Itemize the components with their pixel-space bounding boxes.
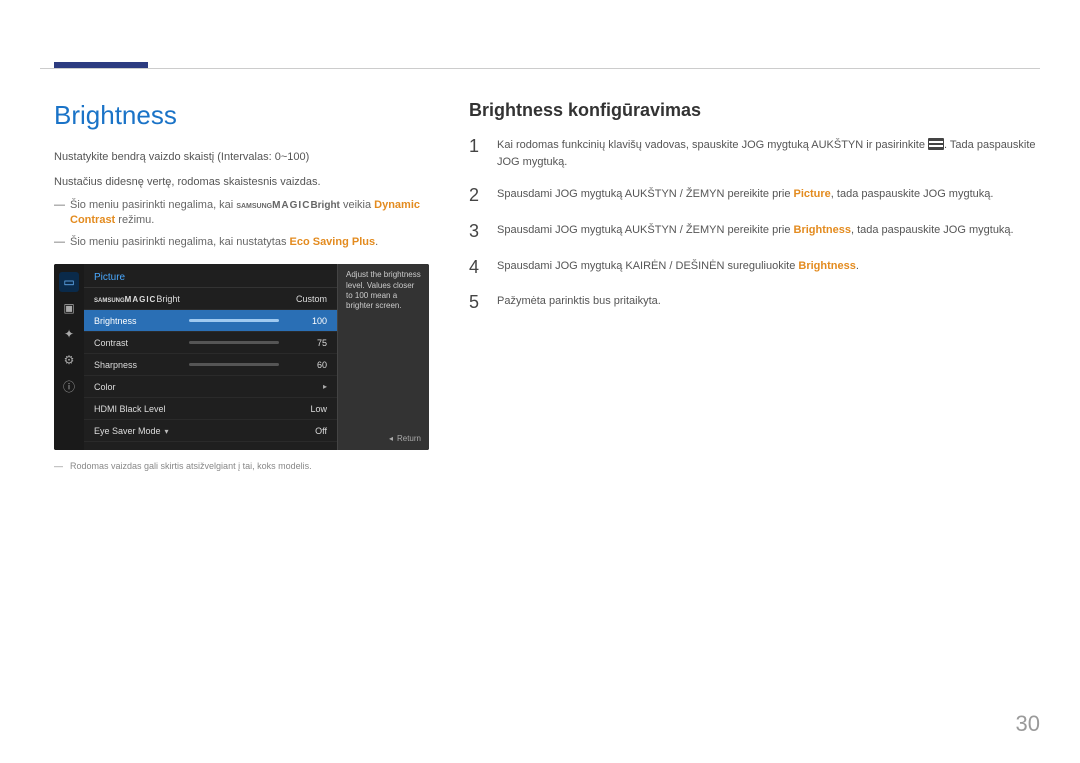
step-3-pre: Spausdami JOG mygtuką AUKŠTYN / ŽEMYN pe… [497,224,794,236]
intro-line-1: Nustatykite bendrą vaizdo skaistį (Inter… [54,149,429,166]
osd-sidebar-options-icon[interactable]: ✦ [59,324,79,344]
osd-magic-brand: SAMSUNG [94,298,125,304]
menu-icon [928,138,944,150]
step-number: 5 [469,293,485,313]
step-text: Pažymėta parinktis bus pritaikyta. [497,293,661,313]
right-column: Brightness konfigūravimas 1 Kai rodomas … [469,100,1040,733]
osd-row-color[interactable]: Color ▸ [84,376,337,398]
step-text: Spausdami JOG mygtuką AUKŠTYN / ŽEMYN pe… [497,186,993,206]
osd-row-brightness[interactable]: Brightness 100 [84,310,337,332]
osd-row-label: Sharpness [94,360,189,370]
osd-row-label: Eye Saver Mode ▾ [94,426,287,436]
osd-sidebar-info-icon[interactable]: ⓘ [59,376,79,396]
osd-row-label: HDMI Black Level [94,404,287,414]
osd-row-label: Brightness [94,316,189,326]
dash-icon: ― [54,198,66,229]
note-1-post: režimu. [115,214,154,226]
step-4-post: . [856,260,859,272]
horizontal-rule [40,68,1040,69]
osd-title: Picture [84,264,337,288]
intro-block: Nustatykite bendrą vaizdo skaistį (Inter… [54,149,429,190]
osd-row-magicbright[interactable]: SAMSUNGMAGICBright Custom [84,288,337,310]
osd-row-label: SAMSUNGMAGICBright [94,294,287,304]
page-title: Brightness [54,100,429,131]
dash-icon: ― [54,460,66,473]
osd-row-value: Low [287,404,327,414]
step-number: 4 [469,258,485,278]
osd-slider[interactable] [189,363,279,366]
osd-rows: SAMSUNGMAGICBright Custom Brightness 100 [84,288,337,450]
step-text: Kai rodomas funkcinių klavišų vadovas, s… [497,137,1040,170]
osd-row-value: Custom [287,294,327,304]
magic-brand: SAMSUNG [236,203,272,210]
step-2-pre: Spausdami JOG mygtuką AUKŠTYN / ŽEMYN pe… [497,188,794,200]
note-1-text: Šio meniu pasirinkti negalima, kai SAMSU… [70,198,429,229]
osd-row-label: Color [94,382,287,392]
step-4-pre: Spausdami JOG mygtuką KAIRĖN / DEŠINĖN s… [497,260,798,272]
osd-help-text: Adjust the brightness level. Values clos… [346,270,421,312]
osd-sidebar-screen-icon[interactable]: ▣ [59,298,79,318]
section-title: Brightness konfigūravimas [469,100,1040,121]
page-number: 30 [1016,711,1040,737]
step-4-highlight: Brightness [798,260,855,272]
footnote: ― Rodomas vaizdas gali skirtis atsižvelg… [54,460,429,473]
step-text: Spausdami JOG mygtuką AUKŠTYN / ŽEMYN pe… [497,222,1014,242]
osd-slider[interactable] [189,319,279,322]
step-number: 1 [469,137,485,170]
note-1-mid: veikia [340,199,374,211]
osd-sidebar: ▭ ▣ ✦ ⚙ ⓘ [54,264,84,450]
step-2: 2 Spausdami JOG mygtuką AUKŠTYN / ŽEMYN … [469,186,1040,206]
step-text: Spausdami JOG mygtuką KAIRĖN / DEŠINĖN s… [497,258,859,278]
chevron-down-icon: ▾ [165,427,169,436]
osd-main: Picture SAMSUNGMAGICBright Custom Bright… [84,264,337,450]
step-2-post: , tada paspauskite JOG mygtuką. [831,188,994,200]
step-1-pre: Kai rodomas funkcinių klavišų vadovas, s… [497,139,928,151]
step-3: 3 Spausdami JOG mygtuką AUKŠTYN / ŽEMYN … [469,222,1040,242]
step-3-post: , tada paspauskite JOG mygtuką. [851,224,1014,236]
note-2-pre: Šio meniu pasirinkti negalima, kai nusta… [70,236,290,248]
osd-row-value: Off [287,426,327,436]
footnote-text: Rodomas vaizdas gali skirtis atsižvelgia… [70,460,312,473]
osd-row-value: 75 [287,338,327,348]
dash-icon: ― [54,235,66,250]
osd-row-sharpness[interactable]: Sharpness 60 [84,354,337,376]
step-1: 1 Kai rodomas funkcinių klavišų vadovas,… [469,137,1040,170]
step-5: 5 Pažymėta parinktis bus pritaikyta. [469,293,1040,313]
magic-main: MAGIC [272,200,310,211]
osd-row-value: 60 [287,360,327,370]
step-3-highlight: Brightness [794,224,851,236]
magic-bright: Bright [310,200,339,211]
note-2-text: Šio meniu pasirinkti negalima, kai nusta… [70,235,378,250]
step-4: 4 Spausdami JOG mygtuką KAIRĖN / DEŠINĖN… [469,258,1040,278]
osd-sidebar-picture-icon[interactable]: ▭ [59,272,79,292]
osd-slider[interactable] [189,341,279,344]
step-number: 3 [469,222,485,242]
osd-return-label[interactable]: Return [346,434,421,444]
step-number: 2 [469,186,485,206]
osd-row-label: Contrast [94,338,189,348]
note-1-pre: Šio meniu pasirinkti negalima, kai [70,199,236,211]
osd-row-eye-saver[interactable]: Eye Saver Mode ▾ Off [84,420,337,442]
osd-row-hdmi-black-level[interactable]: HDMI Black Level Low [84,398,337,420]
intro-line-2: Nustačius didesnę vertę, rodomas skaiste… [54,174,429,191]
step-2-highlight: Picture [794,188,831,200]
left-column: Brightness Nustatykite bendrą vaizdo ska… [54,100,429,733]
osd-sidebar-settings-icon[interactable]: ⚙ [59,350,79,370]
magic-bright-label: SAMSUNGMAGICBright [236,200,340,211]
osd-row-value: ▸ [287,382,327,391]
note-2-post: . [375,236,378,248]
note-2: ― Šio meniu pasirinkti negalima, kai nus… [54,235,429,250]
osd-help-panel: Adjust the brightness level. Values clos… [337,264,429,450]
osd-magic-label: Bright [156,294,180,304]
osd-eye-saver-label: Eye Saver Mode [94,426,161,436]
osd-row-value: 100 [287,316,327,326]
note-1: ― Šio meniu pasirinkti negalima, kai SAM… [54,198,429,229]
osd-row-contrast[interactable]: Contrast 75 [84,332,337,354]
osd-panel: ▭ ▣ ✦ ⚙ ⓘ Picture SAMSUNGMAGICBright [54,264,429,450]
section-bar [54,62,148,68]
note-2-highlight: Eco Saving Plus [290,236,376,248]
osd-magic-prefix: MAGIC [125,295,157,304]
